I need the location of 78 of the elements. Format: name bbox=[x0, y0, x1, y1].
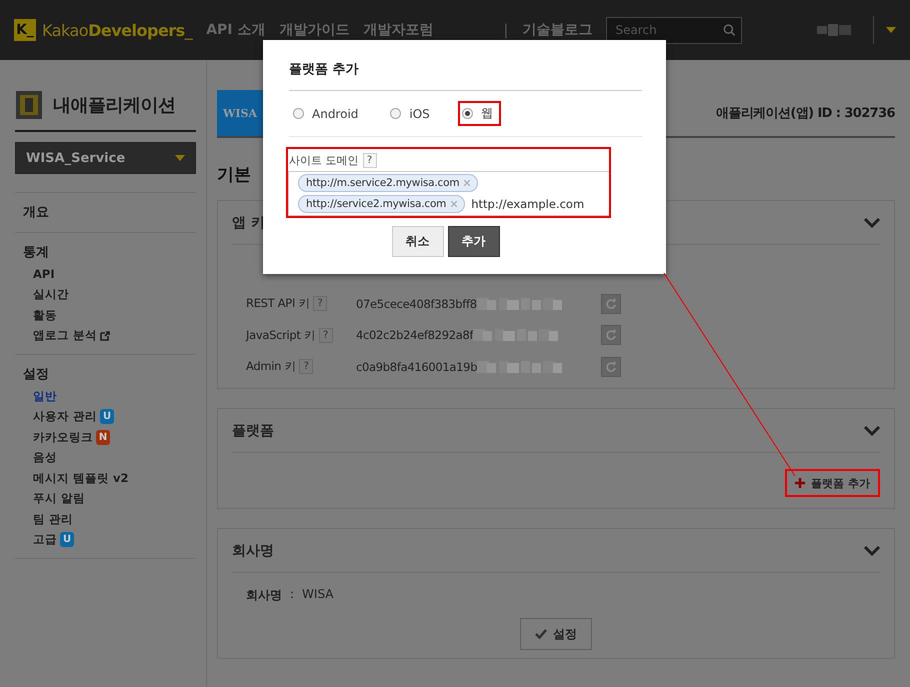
close-icon[interactable] bbox=[464, 180, 470, 186]
caret-icon[interactable] bbox=[175, 155, 185, 161]
logo-text[interactable]: KakaoDevelopers_ bbox=[42, 20, 192, 40]
search-field[interactable]: Search bbox=[606, 16, 742, 44]
nav-link[interactable]: 기술블로그 bbox=[522, 21, 592, 39]
sidebar-item[interactable]: API bbox=[15, 264, 196, 284]
help-badge[interactable]: ? bbox=[318, 328, 333, 343]
sidebar-item[interactable]: 활동 bbox=[15, 305, 196, 326]
sidebar-section-title[interactable]: 설정 bbox=[15, 365, 196, 383]
plus-icon bbox=[795, 478, 806, 488]
sidebar-item[interactable]: 메시지 템플릿 v2 bbox=[15, 468, 196, 488]
nav-link[interactable]: 개발가이드 bbox=[279, 21, 350, 39]
dialog-title: 플랫폼 추가 bbox=[289, 60, 642, 91]
refresh-button[interactable] bbox=[601, 294, 621, 314]
key-value: 07e5cece408f383bff8 bbox=[356, 296, 477, 311]
caret-icon[interactable] bbox=[886, 27, 896, 33]
chevron-down-icon[interactable] bbox=[864, 426, 880, 436]
company-separator: : bbox=[290, 587, 294, 603]
app-cube-icon bbox=[15, 90, 43, 120]
domain-tag: http://m.service2.mywisa.com bbox=[298, 174, 478, 192]
refresh-button[interactable] bbox=[601, 325, 621, 346]
key-value: c0a9b8fa416001a19b bbox=[356, 360, 478, 374]
nav-link[interactable]: API 소개 bbox=[206, 21, 266, 39]
sidebar-item[interactable]: 실시간 bbox=[15, 284, 196, 305]
sidebar-badge: U bbox=[100, 409, 114, 424]
key-label: REST API 키 bbox=[246, 296, 310, 312]
add-platform-button[interactable]: 플랫폼 추가 bbox=[785, 469, 880, 497]
check-icon bbox=[535, 629, 547, 639]
panel-title: 앱 키 bbox=[232, 214, 265, 232]
company-value: WISA bbox=[302, 587, 334, 603]
sidebar-item[interactable]: 팀 관리 bbox=[15, 509, 196, 530]
app-logo: WISA bbox=[217, 90, 263, 136]
sidebar-item[interactable]: 카카오링크 N bbox=[15, 427, 196, 448]
domain-label: 사이트 도메인 bbox=[289, 152, 358, 168]
help-badge[interactable]: ? bbox=[299, 359, 314, 374]
dialog-button[interactable]: 취소 bbox=[392, 226, 444, 257]
refresh-icon[interactable] bbox=[605, 298, 617, 310]
key-label: Admin 키 bbox=[246, 359, 296, 374]
key-label: JavaScript 키 bbox=[246, 328, 316, 343]
sidebar-section-title[interactable]: 개요 bbox=[15, 203, 196, 221]
refresh-icon[interactable] bbox=[605, 329, 617, 342]
platform-radio[interactable]: 웹 bbox=[458, 101, 501, 126]
chevron-down-icon[interactable] bbox=[864, 546, 880, 556]
key-value: 4c02c2b24ef8292a8f bbox=[356, 328, 474, 342]
search-icon[interactable] bbox=[722, 23, 736, 37]
blurred-user-drawing bbox=[817, 24, 851, 36]
dialog-button[interactable]: 추가 bbox=[448, 226, 500, 257]
company-label: 회사명 bbox=[246, 587, 282, 604]
sidebar-section-title[interactable]: 통계 bbox=[15, 243, 196, 261]
sidebar-badge: U bbox=[60, 532, 74, 548]
sidebar-item[interactable]: 고급 U bbox=[15, 530, 196, 550]
sidebar-item[interactable]: 일반 bbox=[15, 386, 196, 406]
app-select[interactable]: WISA_Service bbox=[15, 142, 196, 174]
app-id: 애플리케이션(앱) ID : 302736 bbox=[716, 105, 895, 122]
close-icon[interactable] bbox=[451, 201, 458, 207]
sidebar-item[interactable]: 앱로그 분석 bbox=[15, 326, 196, 346]
panel-title: 플랫폼 bbox=[232, 422, 274, 440]
refresh-icon[interactable] bbox=[605, 360, 617, 373]
logo-mark[interactable]: K_ bbox=[14, 19, 36, 41]
sidebar-title: 내애플리케이션 bbox=[53, 94, 176, 117]
chevron-down-icon[interactable] bbox=[864, 218, 880, 228]
sidebar-item[interactable]: 푸시 알림 bbox=[15, 488, 196, 509]
domain-field[interactable]: http://m.service2.mywisa.com http://service2.mywisa.com http://example.com bbox=[288, 171, 609, 216]
help-badge[interactable]: ? bbox=[313, 296, 328, 312]
nav-link[interactable]: 개발자포럼 bbox=[363, 21, 434, 39]
platform-radio[interactable]: iOS bbox=[386, 102, 438, 124]
nav-separator: | bbox=[503, 21, 508, 39]
sidebar-badge: N bbox=[96, 430, 110, 445]
search-input[interactable]: Search bbox=[613, 22, 723, 38]
sidebar-item[interactable]: 음성 bbox=[15, 448, 196, 468]
help-badge[interactable]: ? bbox=[362, 152, 376, 168]
domain-tag: http://service2.mywisa.com bbox=[298, 195, 466, 213]
platform-radio[interactable]: Android bbox=[289, 102, 366, 124]
refresh-button[interactable] bbox=[601, 356, 621, 377]
section-title: 기본 bbox=[217, 164, 251, 186]
sidebar-item[interactable]: 사용자 관리 U bbox=[15, 406, 196, 427]
settings-button[interactable]: 설정 bbox=[520, 618, 592, 650]
panel-title: 회사명 bbox=[232, 542, 274, 560]
